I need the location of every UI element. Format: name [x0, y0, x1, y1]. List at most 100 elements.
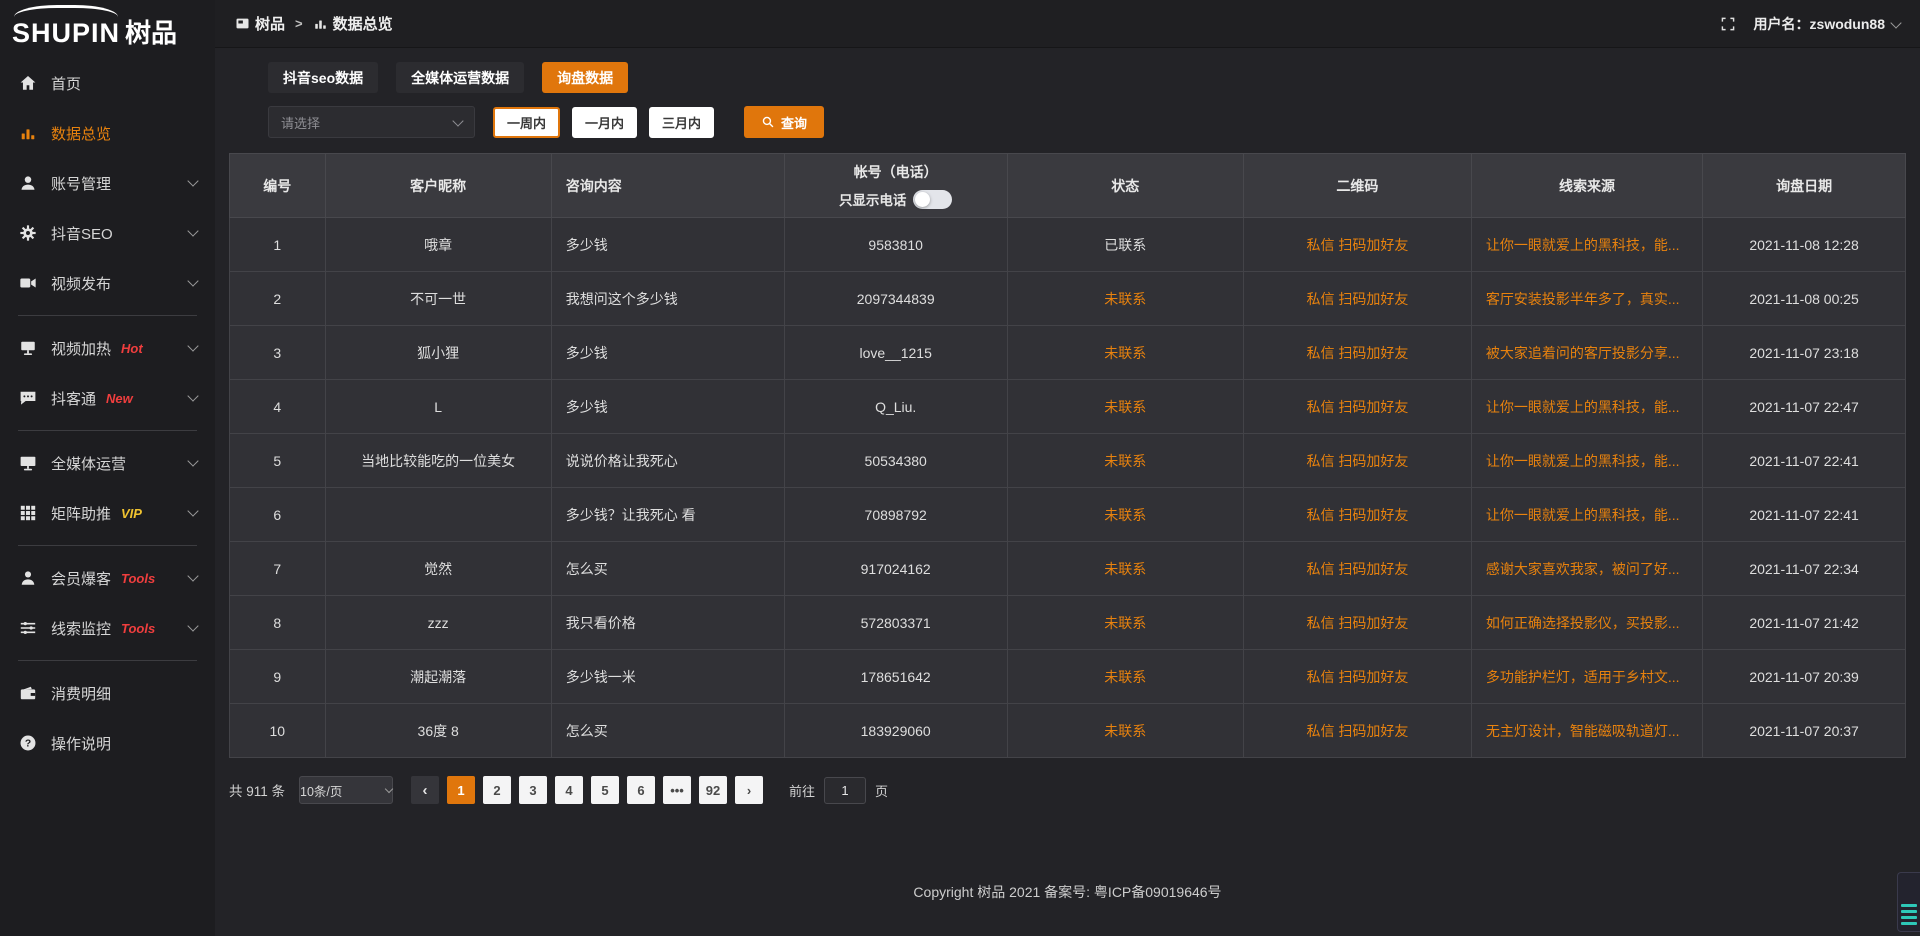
fullscreen-icon[interactable] — [1720, 16, 1736, 32]
cell-source-link[interactable]: 让你一眼就爱上的黑科技，能... — [1486, 453, 1680, 469]
page-ellipsis-button[interactable]: ••• — [663, 776, 691, 804]
sidebar-divider — [18, 545, 197, 546]
sidebar-item-clue-monitor[interactable]: 线索监控Tools — [0, 603, 215, 653]
sidebar-item-label: 视频加热 — [51, 338, 111, 359]
cell-qrcode-link[interactable]: 私信 扫码加好友 — [1306, 723, 1408, 739]
sidebar-menu: 首页数据总览账号管理抖音SEO视频发布视频加热Hot抖客通New 全媒体运营矩阵助… — [0, 52, 215, 936]
tab-inquiry-data[interactable]: 询盘数据 — [542, 62, 628, 93]
range-one-month[interactable]: 一月内 — [572, 107, 637, 138]
cell-account: 2097344839 — [784, 272, 1007, 326]
chevron-down-icon — [452, 115, 463, 126]
phone-only-toggle[interactable] — [913, 190, 952, 209]
sidebar-item-home[interactable]: 首页 — [0, 58, 215, 108]
cell-index: 10 — [230, 704, 326, 758]
page-button-2[interactable]: 2 — [483, 776, 511, 804]
chevron-down-icon — [187, 620, 198, 631]
cell-content: 多少钱 — [551, 218, 784, 272]
logo-arc — [14, 5, 118, 17]
footer: Copyright 树品 2021 备案号: 粤ICP备09019646号 — [215, 848, 1920, 936]
page-button-5[interactable]: 5 — [591, 776, 619, 804]
sidebar-item-media-operation[interactable]: 全媒体运营 — [0, 438, 215, 488]
chevron-down-icon — [187, 570, 198, 581]
cell-source-link[interactable]: 被大家追着问的客厅投影分享... — [1486, 345, 1680, 361]
bar-chart-icon — [313, 16, 328, 31]
bar-chart-icon — [18, 123, 38, 143]
cell-source-link[interactable]: 如何正确选择投影仪，买投影... — [1486, 615, 1680, 631]
cell-account: Q_Liu. — [784, 380, 1007, 434]
page-size-select[interactable]: 10条/页 — [299, 776, 393, 804]
cell-content: 怎么买 — [551, 542, 784, 596]
cell-qrcode-link[interactable]: 私信 扫码加好友 — [1306, 399, 1408, 415]
cell-qrcode-link[interactable]: 私信 扫码加好友 — [1306, 237, 1408, 253]
range-one-week[interactable]: 一周内 — [493, 107, 560, 138]
sidebar-item-douyin-seo[interactable]: 抖音SEO — [0, 208, 215, 258]
chevron-down-icon — [385, 784, 393, 792]
sidebar-item-video-publish[interactable]: 视频发布 — [0, 258, 215, 308]
range-three-months[interactable]: 三月内 — [649, 107, 714, 138]
chevron-down-icon — [187, 390, 198, 401]
cell-status: 未联系 — [1007, 434, 1243, 488]
cell-source-link[interactable]: 让你一眼就爱上的黑科技，能... — [1486, 399, 1680, 415]
floating-widget[interactable] — [1897, 872, 1920, 932]
sidebar-item-consumption-detail[interactable]: 消费明细 — [0, 668, 215, 718]
cell-index: 4 — [230, 380, 326, 434]
filter-select[interactable]: 请选择 — [268, 106, 475, 138]
cell-status: 未联系 — [1007, 488, 1243, 542]
sidebar: SHUPIN 树品 首页数据总览账号管理抖音SEO视频发布视频加热Hot抖客通N… — [0, 0, 215, 936]
page-button-4[interactable]: 4 — [555, 776, 583, 804]
cell-nickname: 不可一世 — [325, 272, 551, 326]
page-button-1[interactable]: 1 — [447, 776, 475, 804]
table-body: 1哦章多少钱9583810已联系私信 扫码加好友让你一眼就爱上的黑科技，能...… — [230, 218, 1906, 758]
cell-nickname: zzz — [325, 596, 551, 650]
column-header-status: 状态 — [1007, 154, 1243, 218]
cell-source: 让你一眼就爱上的黑科技，能... — [1471, 218, 1702, 272]
prev-page-button[interactable]: ‹ — [411, 776, 439, 804]
sidebar-item-badge: Tools — [121, 621, 155, 636]
sidebar-item-data-overview[interactable]: 数据总览 — [0, 108, 215, 158]
cell-index: 3 — [230, 326, 326, 380]
sidebar-item-matrix-boost[interactable]: 矩阵助推VIP — [0, 488, 215, 538]
cell-source-link[interactable]: 让你一眼就爱上的黑科技，能... — [1486, 507, 1680, 523]
main-content: 抖音seo数据全媒体运营数据询盘数据 请选择 一周内一月内三月内 查询 — [215, 48, 1920, 848]
cell-source-link[interactable]: 让你一眼就爱上的黑科技，能... — [1486, 237, 1680, 253]
cell-qrcode-link[interactable]: 私信 扫码加好友 — [1306, 291, 1408, 307]
goto-page-input[interactable] — [824, 777, 866, 804]
sidebar-item-member-baoke[interactable]: 会员爆客Tools — [0, 553, 215, 603]
content-column: 树品 > 数据总览 用户名： zswodun88 抖音seo数据全媒体运营数 — [215, 0, 1920, 936]
cell-nickname — [325, 488, 551, 542]
breadcrumb-item-current: 数据总览 — [333, 13, 393, 34]
page-button-3[interactable]: 3 — [519, 776, 547, 804]
search-button[interactable]: 查询 — [744, 106, 824, 138]
chevron-down-icon — [187, 175, 198, 186]
cell-qrcode-link[interactable]: 私信 扫码加好友 — [1306, 345, 1408, 361]
sidebar-item-douketong[interactable]: 抖客通New — [0, 373, 215, 423]
tab-media-op-data[interactable]: 全媒体运营数据 — [396, 62, 524, 93]
cell-source-link[interactable]: 无主灯设计，智能磁吸轨道灯... — [1486, 723, 1680, 739]
tab-douyin-seo-data[interactable]: 抖音seo数据 — [268, 62, 378, 93]
cell-qrcode-link[interactable]: 私信 扫码加好友 — [1306, 615, 1408, 631]
pagination: 共 911 条 10条/页 ‹ 123456•••92 › 前往 页 — [229, 776, 1906, 804]
cell-qrcode-link[interactable]: 私信 扫码加好友 — [1306, 507, 1408, 523]
sidebar-item-label: 数据总览 — [51, 123, 111, 144]
cell-source-link[interactable]: 多功能护栏灯，适用于乡村文... — [1486, 669, 1680, 685]
cell-source: 让你一眼就爱上的黑科技，能... — [1471, 488, 1702, 542]
page-button-92[interactable]: 92 — [699, 776, 727, 804]
cell-qrcode-link[interactable]: 私信 扫码加好友 — [1306, 669, 1408, 685]
cell-account: 178651642 — [784, 650, 1007, 704]
sidebar-item-operation-guide[interactable]: ?操作说明 — [0, 718, 215, 768]
user-menu[interactable]: 用户名： zswodun88 — [1754, 14, 1900, 34]
page-button-6[interactable]: 6 — [627, 776, 655, 804]
cell-qrcode-link[interactable]: 私信 扫码加好友 — [1306, 453, 1408, 469]
cell-qrcode: 私信 扫码加好友 — [1243, 542, 1471, 596]
tabs: 抖音seo数据全媒体运营数据询盘数据 — [268, 62, 1906, 93]
cell-qrcode-link[interactable]: 私信 扫码加好友 — [1306, 561, 1408, 577]
next-page-button[interactable]: › — [735, 776, 763, 804]
sidebar-item-label: 首页 — [51, 73, 81, 94]
cell-source-link[interactable]: 客厅安装投影半年多了，真实... — [1486, 291, 1680, 307]
table-row: 4L多少钱Q_Liu.未联系私信 扫码加好友让你一眼就爱上的黑科技，能...20… — [230, 380, 1906, 434]
sidebar-item-video-heating[interactable]: 视频加热Hot — [0, 323, 215, 373]
breadcrumb-item-home[interactable]: 树品 — [255, 13, 285, 34]
sidebar-item-account-management[interactable]: 账号管理 — [0, 158, 215, 208]
cell-content: 怎么买 — [551, 704, 784, 758]
cell-source-link[interactable]: 感谢大家喜欢我家，被问了好... — [1486, 561, 1680, 577]
